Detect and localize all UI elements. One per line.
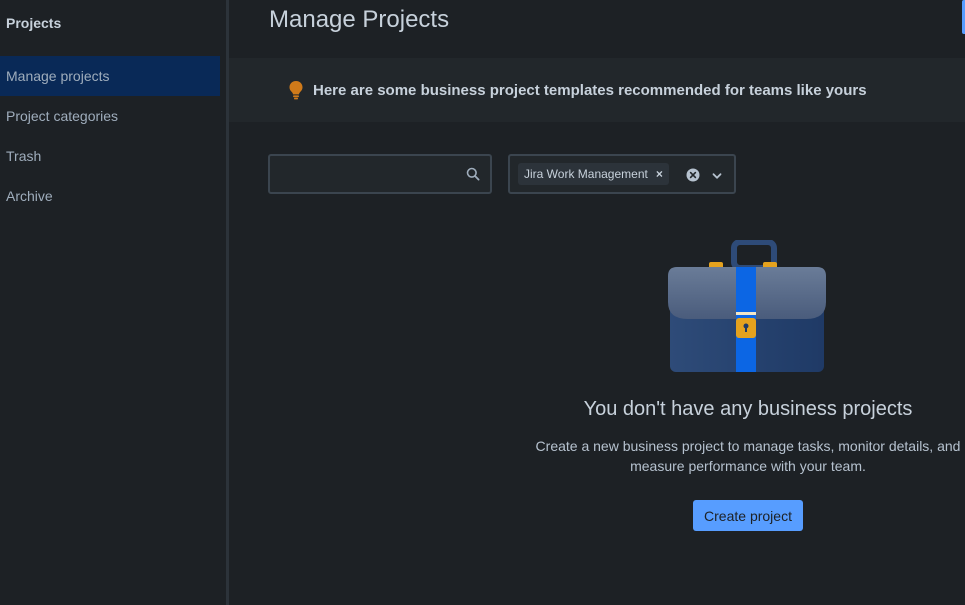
product-filter-select[interactable]: Jira Work Management × [508, 154, 736, 194]
search-icon[interactable] [466, 167, 480, 181]
sidebar: Projects Manage projects Project categor… [0, 0, 226, 605]
search-input[interactable] [270, 156, 460, 192]
chevron-down-icon[interactable] [711, 169, 723, 181]
create-project-button[interactable]: Create project [693, 500, 803, 531]
banner-text: Here are some business project templates… [313, 81, 867, 99]
clear-icon[interactable] [686, 168, 700, 182]
empty-state-description: Create a new business project to manage … [535, 438, 961, 474]
filter-chip: Jira Work Management × [518, 163, 669, 185]
page-title: Manage Projects [269, 6, 450, 33]
briefcase-illustration [666, 239, 830, 374]
filter-chip-label: Jira Work Management [524, 167, 648, 181]
sidebar-item-trash[interactable]: Trash [0, 136, 220, 176]
sidebar-header: Projects [6, 15, 62, 31]
app-window: Projects Manage projects Project categor… [0, 0, 965, 605]
sidebar-item-manage-projects[interactable]: Manage projects [0, 56, 220, 96]
search-field [268, 154, 492, 194]
lightbulb-icon [287, 80, 305, 100]
empty-state-title: You don't have any business projects [583, 398, 913, 420]
sidebar-item-project-categories[interactable]: Project categories [0, 96, 220, 136]
sidebar-nav: Manage projects Project categories Trash… [0, 56, 220, 216]
main-content: Manage Projects Here are some business p… [229, 0, 965, 605]
template-banner: Here are some business project templates… [229, 58, 965, 122]
sidebar-item-archive[interactable]: Archive [0, 176, 220, 216]
chip-remove-icon[interactable]: × [656, 167, 663, 181]
